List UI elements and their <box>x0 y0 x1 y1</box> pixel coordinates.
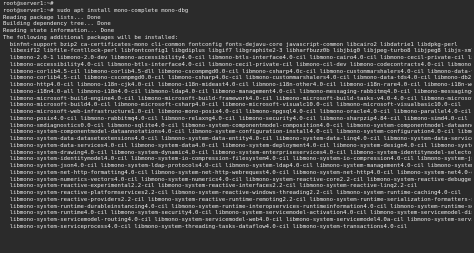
terminal-line: Reading package lists... Done <box>3 14 101 21</box>
terminal-line: libmono-system-runtime4.0-cil libmono-sy… <box>3 210 472 217</box>
terminal-line: libexif12 libfile-fcntllock-perl libfont… <box>3 48 472 55</box>
terminal-line: libmono-system-runtime-durableinstancing… <box>9 203 472 210</box>
terminal-line: libmono-smdiagnostics0.0-cil libmono-sql… <box>3 122 472 129</box>
terminal-line: libmono-system-componentmodel-dataannota… <box>9 129 472 136</box>
terminal-line: Reading state information... Done <box>3 28 115 34</box>
terminal-line: libmono-posix4.0-cil libmono-rabbitmq4.0… <box>3 115 468 122</box>
terminal-line: libmono-corlib4.5-cil libmono-cscompmgd0… <box>9 75 472 82</box>
terminal-line: binfmt-support bzip2 ca-certificates-mon… <box>3 41 458 48</box>
terminal-line: libmono-microsoft-build4.0-cil libmono-m… <box>3 102 462 109</box>
terminal-line: libmono-system-servicemodel-routing4.0-c… <box>9 217 472 223</box>
terminal-line: libmono-microsoft-build-engine4.0-cil li… <box>9 95 472 102</box>
terminal-line: libmono-system-drawing4.0-cil libmono-sy… <box>3 149 472 156</box>
terminal-line: The following additional packages will b… <box>3 34 179 41</box>
terminal-line: root@server1:~# <box>3 1 54 7</box>
terminal-line: libmono-system-reactive-experimental2.2-… <box>3 183 418 190</box>
terminal-line: libmono-microsoft-web-infrastructure1.0-… <box>9 109 472 115</box>
terminal-line: libmono-system-data-services4.0-cil libm… <box>9 142 472 149</box>
terminal-line: libmono-system-identitymodel4.0-cil libm… <box>9 156 472 163</box>
terminal-line: libmono-system-json4.0-cil libmono-syste… <box>9 163 472 169</box>
terminal-line: libmono-system-reactive-platformservices… <box>3 190 462 196</box>
terminal-line: libmono-system-numerics-vectors4.0-cil l… <box>3 176 472 183</box>
terminal-line: libmono-system-reactive-providers2.2-cil… <box>3 196 472 203</box>
terminal-line: libmono-http4.0-cil libmono-i18n-cjk4.0-… <box>3 82 472 88</box>
terminal-line: libmono-system-net-http-formatting4.0-ci… <box>3 169 472 176</box>
terminal-line: libmono-i18n4.0-all libmono-i18n4.0-cil … <box>3 88 472 95</box>
terminal-line: libmono-corlib4.5-cil libmono-corlib4.5-… <box>9 68 472 75</box>
terminal-line: libmono-accessibility4.0-cil libmono-btl… <box>9 61 472 68</box>
terminal-line: libmono-2.0-1 libmono-2.0-dev libmono-ac… <box>3 55 472 61</box>
terminal-line: root@server1:~# sudo apt install mono-co… <box>3 7 189 14</box>
terminal-output: root@server1:~# root@server1:~# sudo apt … <box>3 1 472 231</box>
terminal-window[interactable]: root@server1:~# root@server1:~# sudo apt … <box>0 0 474 253</box>
terminal-line: libmono-system-serviceprocess4.0-cil lib… <box>3 223 408 230</box>
terminal-line: libmono-system-data-datasetextensions4.0… <box>9 136 472 142</box>
terminal-line: Building dependency tree... Done <box>3 21 111 28</box>
